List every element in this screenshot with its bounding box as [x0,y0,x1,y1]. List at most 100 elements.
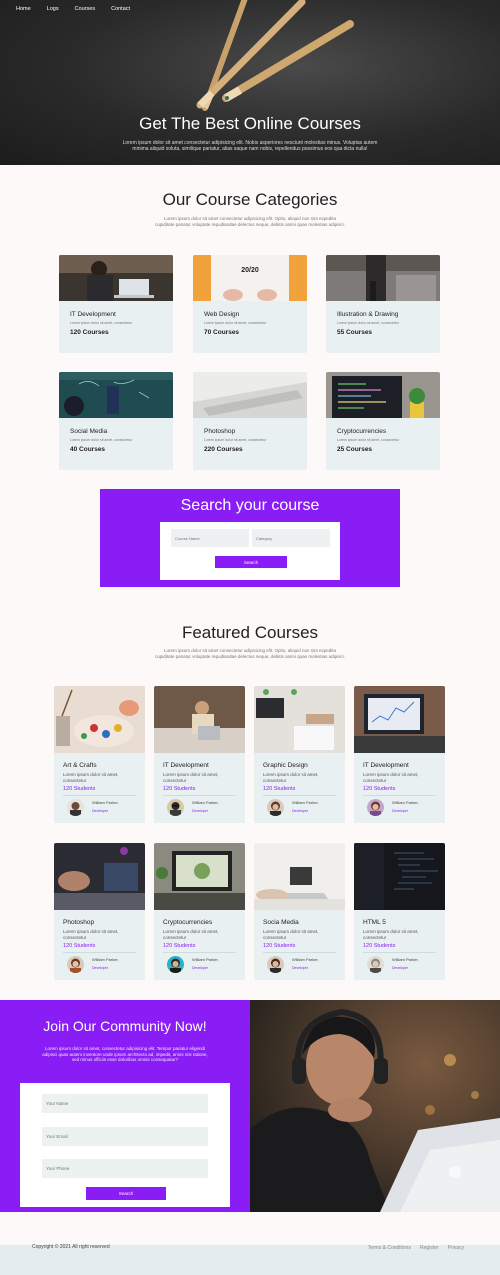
course-card-socia-media[interactable]: Socia Media Lorem ipsum dolor sit amet, … [254,843,345,980]
search-section: Search your course Search [100,489,400,587]
teacher-name: William Parker, [192,957,219,962]
card-divider [163,795,236,796]
avatar [167,956,184,973]
course-name: Socia Media [263,919,299,926]
hero-title: Get The Best Online Courses [139,114,361,133]
teacher-name: William Parker, [392,800,419,805]
category-card-cryptocurrencies[interactable]: Cryptocurrencies Lorem ipsum dolor sit a… [326,372,440,470]
footer: Copyright © 2021 All right reserved Term… [0,1245,500,1275]
teacher-name: William Parker, [92,957,119,962]
category-count: 120 Courses [70,329,109,336]
category-count: 55 Courses [337,329,373,336]
category-name: IT Development [70,311,116,318]
category-name: Web Design [204,311,240,318]
course-students: 120 Students [263,943,296,949]
category-card-it-development[interactable]: IT Development Lorem ipsum dolor sit ame… [59,255,173,353]
search-form: Search [160,522,340,580]
category-card-illustration[interactable]: Illustration & Drawing Lorem ipsum dolor… [326,255,440,353]
card-divider [363,795,436,796]
social-media-image [59,372,173,418]
search-title: Search your course [180,497,320,514]
teacher-role: Developer [292,809,308,813]
avatar [367,956,384,973]
category-name: Social Media [70,428,108,435]
category-card-social-media[interactable]: Social Media Lorem ipsum dolor sit amet,… [59,372,173,470]
community-text: Lorem ipsum dolor sit amet, consectetur … [42,1046,208,1062]
teacher-name: William Parker, [292,800,319,805]
course-name: Art & Crafts [63,762,97,769]
course-desc: Lorem ipsum dolor sit amet, consectetur [263,929,319,940]
category-input[interactable] [252,529,330,547]
course-desc: Lorem ipsum dolor sit amet, consectetur [363,929,419,940]
graphic-design-image [254,686,345,753]
featured-title: Featured Courses [181,623,319,642]
email-field[interactable] [42,1127,208,1146]
course-name: Photoshop [63,919,95,926]
footer-link-terms[interactable]: Terms & Conditions [368,1245,411,1251]
svg-text:20/20: 20/20 [241,267,259,274]
it-development-course-image [154,686,245,753]
course-name: Cryptocurrencies [163,919,213,926]
teacher-role: Developer [192,966,208,970]
course-desc: Lorem ipsum dolor sit amet, consectetur [63,772,119,783]
category-desc: Lorem ipsum dolor sit amet, consectetur [204,438,267,442]
course-name-input[interactable] [171,529,249,547]
category-name: Cryptocurrencies [337,428,387,435]
category-name: Illustration & Drawing [337,311,399,318]
hero-text: Lorem ipsum dolor sit amet consectetur a… [122,140,378,152]
course-card-cryptocurrencies[interactable]: Cryptocurrencies Lorem ipsum dolor sit a… [154,843,245,980]
teacher-role: Developer [292,966,308,970]
course-desc: Lorem ipsum dolor sit amet, consectetur [163,929,219,940]
course-card-it-development-2[interactable]: IT Development Lorem ipsum dolor sit ame… [354,686,445,823]
nav-logs[interactable]: Logs [47,6,59,12]
cryptocurrencies-course-image [154,843,245,910]
footer-link-register[interactable]: Register [420,1245,439,1251]
course-desc: Lorem ipsum dolor sit amet, consectetur [263,772,319,783]
teacher-role: Developer [92,809,108,813]
teacher-name: William Parker, [392,957,419,962]
nav-contact[interactable]: Contact [111,6,130,12]
category-count: 40 Courses [70,446,106,453]
category-card-web-design[interactable]: 20/20 Web Design Lorem ipsum dolor sit a… [193,255,307,353]
photoshop-course-image [54,843,145,910]
category-desc: Lorem ipsum dolor sit amet, consectetur [337,321,400,325]
course-card-html5[interactable]: HTML 5 Lorem ipsum dolor sit amet, conse… [354,843,445,980]
course-students: 120 Students [363,943,396,949]
course-card-art-crafts[interactable]: Art & Crafts Lorem ipsum dolor sit amet,… [54,686,145,823]
community-submit-button[interactable]: Search [86,1187,166,1200]
course-students: 120 Students [63,786,96,792]
html5-image [354,843,445,910]
avatar [267,956,284,973]
card-divider [363,952,436,953]
phone-field[interactable] [42,1159,208,1178]
cryptocurrencies-image [326,372,440,418]
community-section: Join Our Community Now! Lorem ipsum dolo… [0,1000,250,1212]
teacher-role: Developer [192,809,208,813]
course-card-it-development[interactable]: IT Development Lorem ipsum dolor sit ame… [154,686,245,823]
teacher-name: William Parker, [292,957,319,962]
category-card-photoshop[interactable]: Photoshop Lorem ipsum dolor sit amet, co… [193,372,307,470]
search-button[interactable]: Search [215,556,287,568]
copyright-text: Copyright © 2021 All right reserved [32,1244,110,1250]
teacher-role: Developer [92,966,108,970]
category-desc: Lorem ipsum dolor sit amet, consectetur [70,438,133,442]
categories-text: Lorem ipsum dolor sit amet consectetur a… [155,216,345,227]
category-count: 70 Courses [204,329,240,336]
footer-link-privacy[interactable]: Privacy [448,1245,464,1251]
art-crafts-image [54,686,145,753]
name-field[interactable] [42,1094,208,1113]
course-name: IT Development [163,762,209,769]
course-students: 120 Students [63,943,96,949]
nav-courses[interactable]: Courses [75,6,95,12]
main-nav: Home Logs Courses Contact [16,6,130,12]
avatar [67,799,84,816]
nav-home[interactable]: Home [16,6,31,12]
teacher-name: William Parker, [92,800,119,805]
community-form: Search [20,1083,230,1207]
hero-banner: Home Logs Courses Contact Get The Best O… [0,0,500,165]
course-card-graphic-design[interactable]: Graphic Design Lorem ipsum dolor sit ame… [254,686,345,823]
illustration-image [326,255,440,301]
it-development-image [59,255,173,301]
course-card-photoshop[interactable]: Photoshop Lorem ipsum dolor sit amet, co… [54,843,145,980]
community-title: Join Our Community Now! [43,1018,207,1034]
